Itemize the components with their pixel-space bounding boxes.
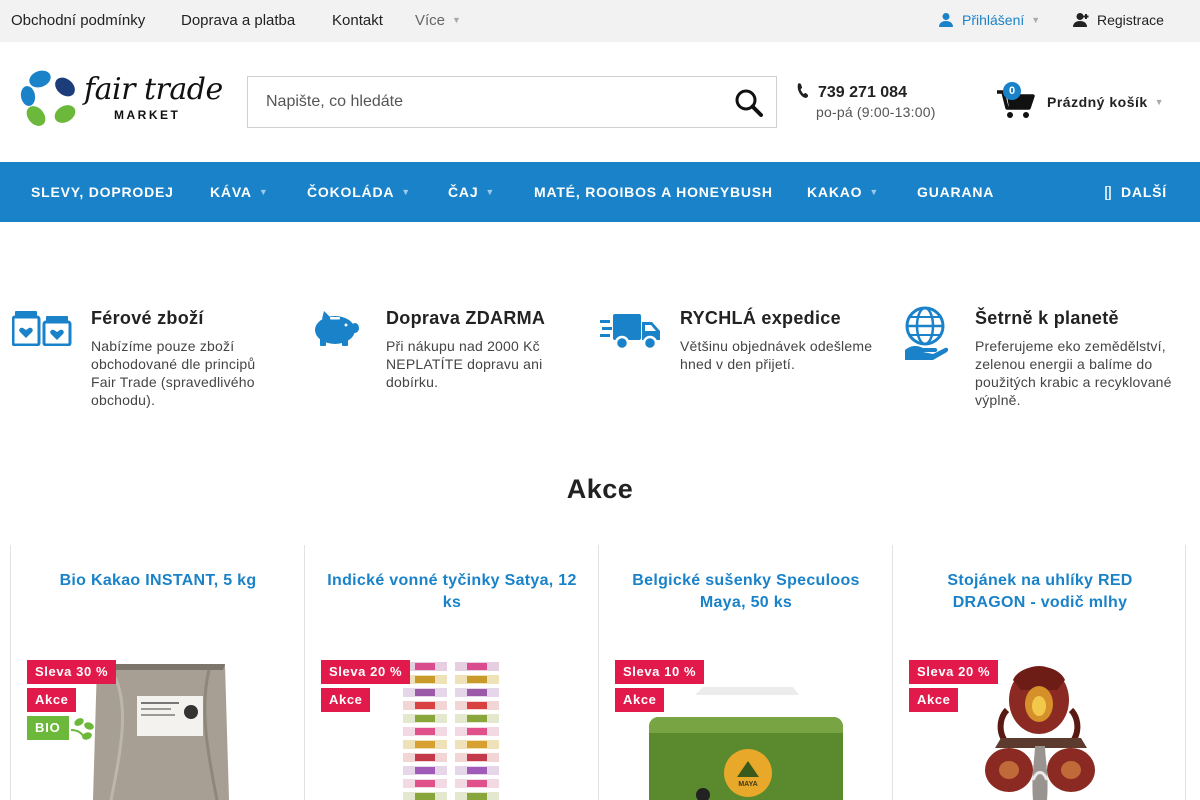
nav-item-sales[interactable]: SLEVY, DOPRODEJ <box>31 184 174 200</box>
menu-icon <box>1105 185 1111 201</box>
nav-item-label: ČAJ <box>448 184 479 200</box>
logo-subtitle: MARKET <box>114 108 181 122</box>
more-label: Více <box>415 12 446 29</box>
delivery-truck-icon <box>600 314 660 350</box>
hands-logo-icon <box>20 70 76 126</box>
benefit-title: Doprava ZDARMA <box>386 308 546 328</box>
jars-heart-icon <box>12 311 72 346</box>
nav-item-cocoa[interactable]: KAKAO ▼ <box>807 184 879 200</box>
product-card[interactable]: Stojánek na uhlíky RED DRAGON - vodič ml… <box>892 545 1186 800</box>
product-name[interactable]: Bio Kakao INSTANT, 5 kg <box>31 570 285 592</box>
product-image[interactable]: MAYA <box>643 685 849 800</box>
nav-more-label: DALŠÍ <box>1121 184 1167 200</box>
nav-item-coffee[interactable]: KÁVA ▼ <box>210 184 269 200</box>
product-card[interactable]: Indické vonné tyčinky Satya, 12 ks Sleva… <box>304 545 598 800</box>
login-label: Přihlášení <box>962 12 1025 28</box>
chevron-down-icon: ▼ <box>452 15 461 25</box>
benefit-text: Většinu objednávek odešleme hned v den p… <box>680 338 873 372</box>
discount-badge: Sleva 20 % <box>321 660 411 684</box>
benefit-title: RYCHLÁ expedice <box>680 308 841 328</box>
cart-label-text: Prázdný košík <box>1047 94 1148 110</box>
chevron-down-icon: ▼ <box>258 187 269 197</box>
cart-label: Prázdný košík ▼ <box>1047 94 1164 110</box>
main-navigation: SLEVY, DOPRODEJ KÁVA ▼ ČOKOLÁDA ▼ ČAJ ▼ MAT… <box>0 162 1200 222</box>
cart-count-badge: 0 <box>1003 82 1021 100</box>
benefit-title: Férové zboží <box>91 308 204 328</box>
benefit-text: Preferujeme eko zemědělství, zelenou ene… <box>975 338 1172 408</box>
register-label: Registrace <box>1097 12 1164 28</box>
user-icon <box>939 13 953 27</box>
benefit-eco: Šetrně k planetě Preferujeme eko zeměděl… <box>903 306 1188 416</box>
product-name[interactable]: Stojánek na uhlíky RED DRAGON - vodič ml… <box>913 570 1167 614</box>
benefit-fair-goods: Férové zboží Nabízíme pouze zboží obchod… <box>12 306 297 416</box>
search-input[interactable] <box>248 77 718 127</box>
phone-link[interactable]: 739 271 084 <box>796 83 907 102</box>
bio-badge: BIO <box>27 716 97 740</box>
sale-badge: Akce <box>27 688 77 712</box>
terms-link[interactable]: Obchodní podmínky <box>11 12 145 29</box>
discount-badge: Sleva 30 % <box>27 660 117 684</box>
product-card[interactable]: Belgické sušenky Speculoos Maya, 50 ks M… <box>598 545 892 800</box>
chevron-down-icon: ▼ <box>401 187 412 197</box>
site-logo[interactable]: fair trade MARKET <box>18 66 223 132</box>
section-title: Akce <box>566 474 634 504</box>
product-name[interactable]: Belgické sušenky Speculoos Maya, 50 ks <box>619 570 873 614</box>
search-button[interactable] <box>734 88 764 118</box>
benefit-fast-dispatch: RYCHLÁ expedice Většinu objednávek odešl… <box>600 306 885 416</box>
user-add-icon <box>1073 13 1089 27</box>
sale-badge: Akce <box>321 688 371 712</box>
chevron-down-icon: ▼ <box>869 187 880 197</box>
leaf-icon <box>70 718 94 740</box>
discount-badge: Sleva 10 % <box>615 660 705 684</box>
product-name[interactable]: Indické vonné tyčinky Satya, 12 ks <box>325 570 579 614</box>
globe-hand-icon <box>905 306 949 360</box>
product-image[interactable] <box>401 660 503 800</box>
chevron-down-icon: ▼ <box>1031 15 1041 25</box>
nav-item-mate[interactable]: MATÉ, ROOIBOS A HONEYBUSH <box>534 184 773 200</box>
top-utility-bar: Obchodní podmínky Doprava a platba Konta… <box>0 0 1200 42</box>
phone-number: 739 271 084 <box>818 84 907 101</box>
nav-item-label: KAKAO <box>807 184 863 200</box>
product-card[interactable]: Bio Kakao INSTANT, 5 kg Sleva 30 % Akce … <box>10 545 304 800</box>
bio-label: BIO <box>27 716 69 740</box>
discount-badge: Sleva 20 % <box>909 660 999 684</box>
maya-brand-text: MAYA <box>738 781 757 788</box>
register-link[interactable]: Registrace <box>1073 12 1164 28</box>
product-grid: Bio Kakao INSTANT, 5 kg Sleva 30 % Akce … <box>10 545 1188 800</box>
phone-icon <box>797 83 809 98</box>
shipping-payment-link[interactable]: Doprava a platba <box>181 12 295 29</box>
benefit-text: Nabízíme pouze zboží obchodované dle pri… <box>91 338 256 408</box>
chevron-down-icon: ▼ <box>485 187 496 197</box>
nav-item-tea[interactable]: ČAJ ▼ <box>448 184 495 200</box>
nav-item-label: KÁVA <box>210 184 252 200</box>
sale-badge: Akce <box>615 688 665 712</box>
more-menu[interactable]: Více ▼ <box>415 12 461 29</box>
search-icon <box>735 89 763 117</box>
nav-item-chocolate[interactable]: ČOKOLÁDA ▼ <box>307 184 411 200</box>
piggy-bank-icon <box>315 311 359 346</box>
nav-item-guarana[interactable]: GUARANA <box>917 184 994 200</box>
contact-link[interactable]: Kontakt <box>332 12 383 29</box>
login-link[interactable]: Přihlášení ▼ <box>938 12 1040 28</box>
search-box <box>247 76 777 128</box>
chevron-down-icon: ▼ <box>1154 97 1165 107</box>
opening-hours: po-pá (9:00-13:00) <box>816 104 936 120</box>
cart-button[interactable]: 0 Prázdný košík ▼ <box>996 82 1176 122</box>
benefit-title: Šetrně k planetě <box>975 308 1119 328</box>
sale-badge: Akce <box>909 688 959 712</box>
logo-wordmark: fair trade <box>84 72 223 107</box>
nav-item-label: ČOKOLÁDA <box>307 184 395 200</box>
benefit-free-shipping: Doprava ZDARMA Při nákupu nad 2000 Kč NE… <box>312 306 597 416</box>
benefit-text: Při nákupu nad 2000 Kč NEPLATÍTE dopravu… <box>386 338 543 390</box>
nav-more-button[interactable]: DALŠÍ <box>1104 184 1167 201</box>
